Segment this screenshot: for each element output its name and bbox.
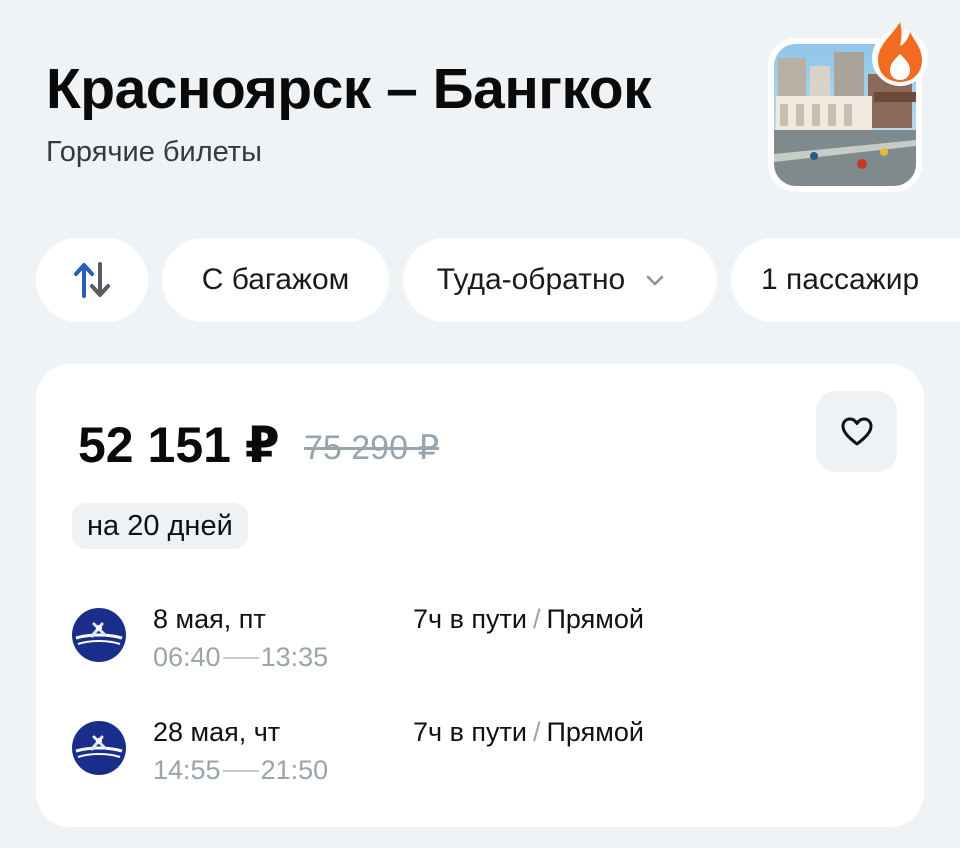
passengers-label: 1 пассажир bbox=[761, 263, 920, 296]
segment-info: 7ч в пути / Прямой bbox=[413, 717, 644, 747]
aeroflot-logo bbox=[72, 608, 126, 662]
heart-icon bbox=[841, 417, 872, 445]
page-title: Красноярск – Бангкок bbox=[46, 57, 652, 121]
back-chevron-icon[interactable] bbox=[52, 0, 72, 4]
segment-date: 8 мая, пт bbox=[153, 604, 266, 634]
depart-time: 14:55 bbox=[153, 755, 221, 785]
flight-stops: Прямой bbox=[546, 717, 644, 747]
passengers-chip[interactable]: 1 пассажир bbox=[731, 238, 960, 322]
time-separator bbox=[222, 769, 259, 772]
flight-duration: 7ч в пути bbox=[413, 717, 527, 747]
trip-type-label: Туда-обратно bbox=[436, 263, 626, 296]
baggage-chip[interactable]: С багажом bbox=[162, 238, 389, 322]
segment-times: 14:55 21:50 bbox=[153, 755, 328, 786]
time-separator bbox=[222, 656, 259, 659]
favorite-button[interactable] bbox=[816, 391, 897, 472]
flight-duration: 7ч в пути bbox=[413, 604, 527, 634]
arrive-time: 13:35 bbox=[260, 642, 329, 672]
segment-date: 28 мая, чт bbox=[153, 717, 281, 747]
aeroflot-logo bbox=[72, 721, 126, 775]
flight-segment: 8 мая, пт 06:40 13:35 7ч в пути / Прямой bbox=[70, 604, 890, 684]
trip-duration-badge: на 20 дней bbox=[72, 503, 248, 549]
segment-info: 7ч в пути / Прямой bbox=[413, 604, 644, 634]
page-subtitle: Горячие билеты bbox=[46, 136, 262, 168]
swap-arrows-icon bbox=[74, 262, 110, 298]
ticket-price: 52 151 ₽ bbox=[78, 417, 280, 473]
ticket-card[interactable]: 52 151 ₽ 75 290 ₽ на 20 дней 8 мая, пт 0… bbox=[36, 364, 924, 827]
trip-type-dropdown[interactable]: Туда-обратно bbox=[403, 238, 717, 322]
baggage-label: С багажом bbox=[201, 263, 350, 296]
trip-duration-label: на 20 дней bbox=[87, 509, 233, 542]
fire-icon bbox=[872, 22, 928, 86]
depart-time: 06:40 bbox=[153, 642, 221, 672]
chevron-down-icon bbox=[645, 273, 665, 287]
arrive-time: 21:50 bbox=[260, 755, 329, 785]
swap-button[interactable] bbox=[36, 238, 148, 322]
flight-stops: Прямой bbox=[546, 604, 644, 634]
segment-times: 06:40 13:35 bbox=[153, 642, 328, 673]
old-price: 75 290 ₽ bbox=[304, 429, 440, 467]
flight-segment: 28 мая, чт 14:55 21:50 7ч в пути / Прямой bbox=[70, 717, 890, 797]
filter-chips: С багажом Туда-обратно 1 пассажир bbox=[0, 238, 960, 324]
